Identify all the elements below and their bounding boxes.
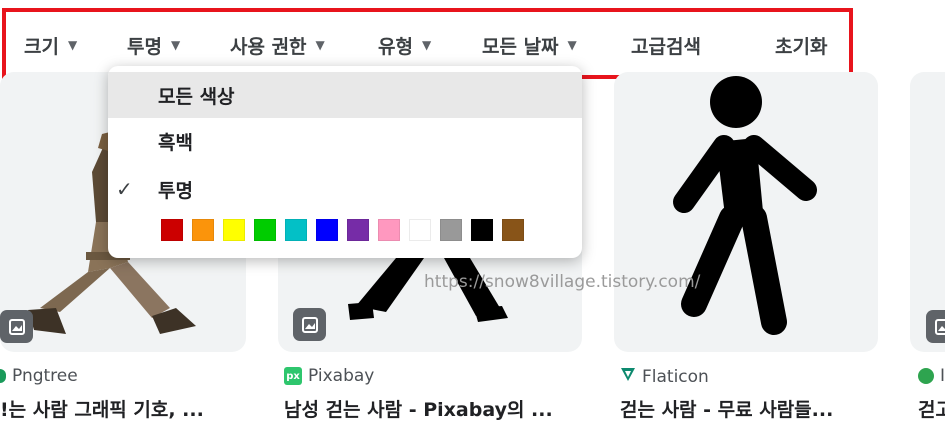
source-name: Pixabay xyxy=(308,366,375,386)
result-source[interactable]: Flaticon xyxy=(620,366,709,387)
flaticon-icon xyxy=(620,366,636,387)
result-title[interactable]: 걷는 사람 - 무료 사람들... xyxy=(620,395,880,422)
pixabay-icon: px xyxy=(284,367,302,385)
source-name: Flaticon xyxy=(642,366,709,387)
color-swatch[interactable] xyxy=(192,219,214,241)
generic-site-icon xyxy=(918,368,934,384)
menu-item-black-and-white[interactable]: 흑백 xyxy=(108,118,582,164)
color-swatch[interactable] xyxy=(378,219,400,241)
menu-item-transparent[interactable]: ✓ 투명 xyxy=(108,166,582,212)
color-swatch[interactable] xyxy=(254,219,276,241)
menu-item-label: 모든 색상 xyxy=(158,85,235,108)
result-title[interactable]: 남성 걷는 사람 - Pixabay의 ... xyxy=(284,395,584,422)
result-source[interactable]: I xyxy=(918,366,945,386)
result-source[interactable]: px Pixabay xyxy=(284,366,374,386)
color-swatch[interactable] xyxy=(440,219,462,241)
checkmark-icon: ✓ xyxy=(116,177,133,201)
color-swatch[interactable] xyxy=(285,219,307,241)
color-swatch[interactable] xyxy=(223,219,245,241)
walking-pictogram-image xyxy=(673,76,817,335)
menu-item-any-color[interactable]: 모든 색상 xyxy=(108,72,582,118)
result-source[interactable]: Pngtree xyxy=(0,366,78,386)
color-swatch[interactable] xyxy=(316,219,338,241)
color-swatch[interactable] xyxy=(409,219,431,241)
result-image-card[interactable] xyxy=(910,72,945,352)
pngtree-icon xyxy=(0,369,6,383)
color-swatch[interactable] xyxy=(502,219,524,241)
color-swatch[interactable] xyxy=(161,219,183,241)
color-swatch-row xyxy=(161,219,524,241)
menu-item-label: 투명 xyxy=(158,179,193,202)
source-name: Pngtree xyxy=(12,366,78,386)
image-type-icon xyxy=(293,308,326,341)
color-swatch[interactable] xyxy=(347,219,369,241)
color-swatch[interactable] xyxy=(471,219,493,241)
menu-item-label: 흑백 xyxy=(158,131,193,154)
color-filter-menu: 모든 색상 흑백 ✓ 투명 xyxy=(108,66,582,258)
image-type-icon xyxy=(0,310,33,343)
image-type-icon xyxy=(926,310,945,343)
result-title[interactable]: 걷고 xyxy=(918,395,945,422)
watermark-text: https://snow8village.tistory.com/ xyxy=(424,272,701,292)
source-name: I xyxy=(940,366,945,386)
result-title[interactable]: !는 사람 그래픽 기호, ... xyxy=(0,395,240,422)
result-image-card[interactable] xyxy=(614,72,878,352)
